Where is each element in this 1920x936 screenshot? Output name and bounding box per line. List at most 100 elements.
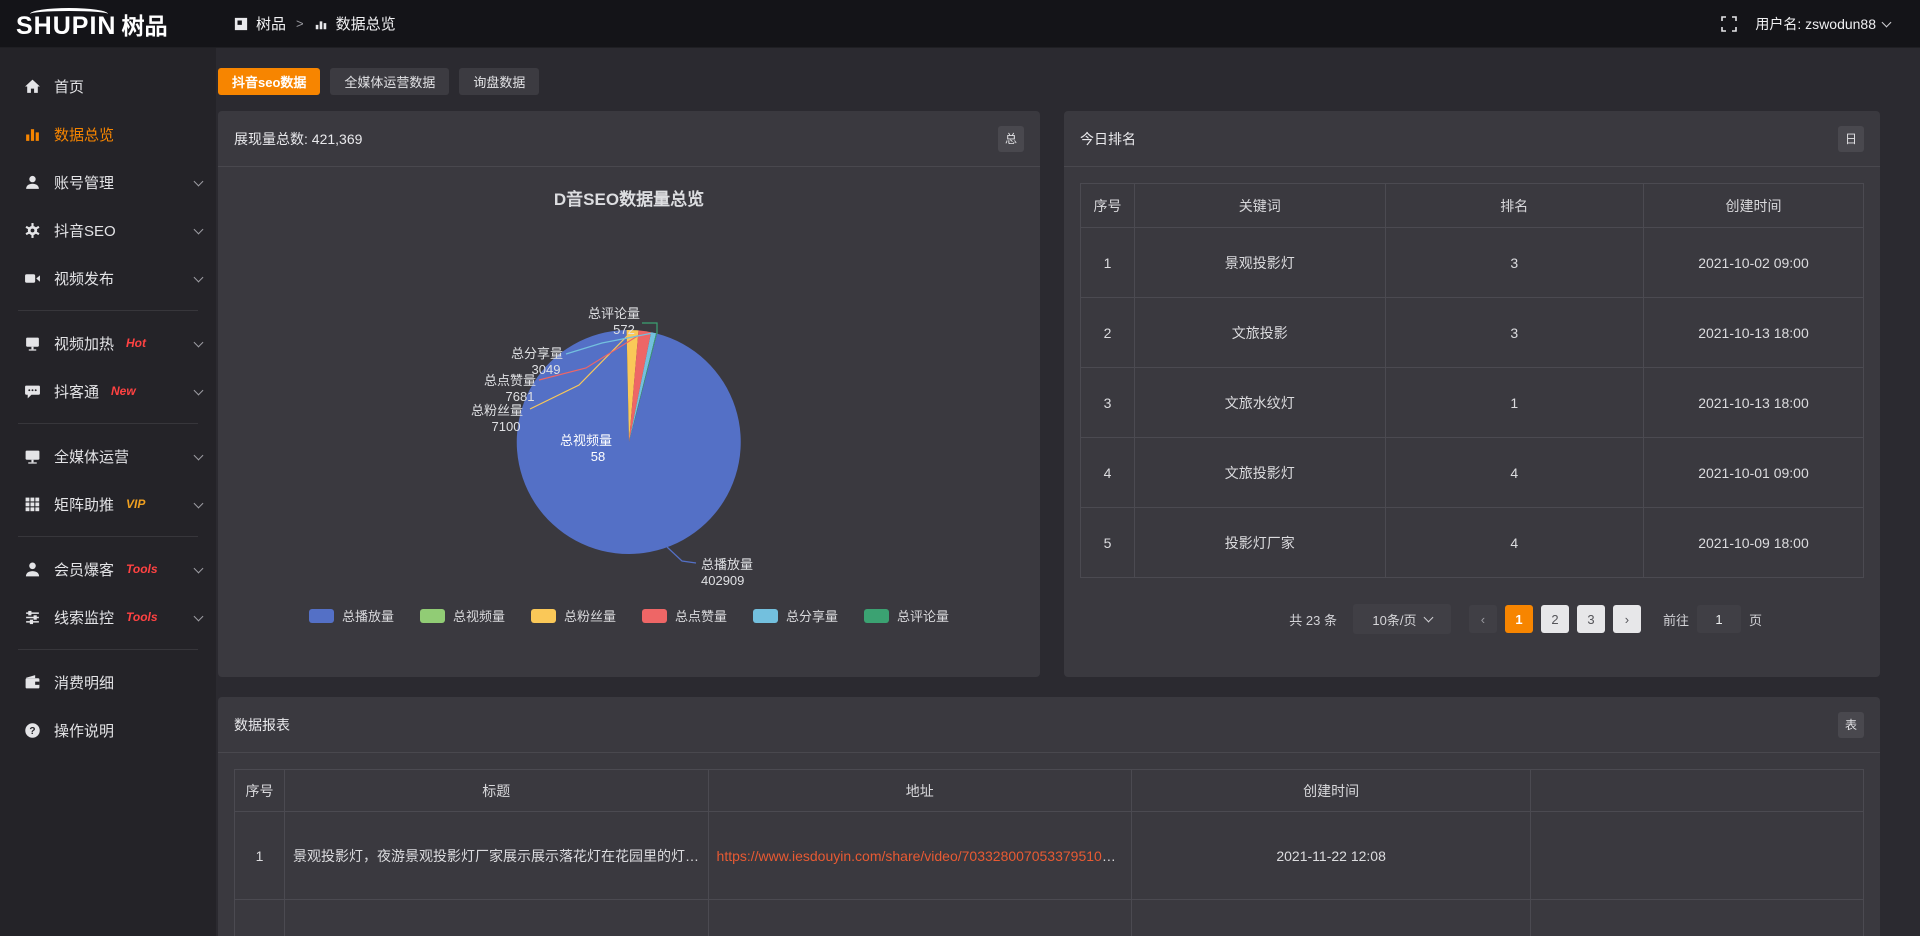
column-header: 序号 [235, 770, 285, 812]
breadcrumb-item-root[interactable]: 树品 [256, 13, 286, 34]
sidebar-item-video-publish[interactable]: 视频发布 [0, 254, 216, 302]
sidebar-item-account-manage[interactable]: 账号管理 [0, 158, 216, 206]
sidebar-item-matrix-boost[interactable]: 矩阵助推VIP [0, 480, 216, 528]
sidebar-item-video-heat[interactable]: 视频加热 Hot [0, 319, 216, 367]
day-badge[interactable]: 日 [1838, 126, 1864, 152]
sidebar-item-badge: Hot [126, 336, 146, 350]
seo-chart-card: 展现量总数: 421,369 总 D音SEO数据量总览总播放量402909总视频… [218, 111, 1040, 677]
sidebar-item-home[interactable]: 首页 [0, 62, 216, 110]
legend-label: 总视频量 [453, 606, 505, 625]
next-page-button[interactable]: › [1613, 605, 1641, 633]
pie-label: 总粉丝量 [471, 403, 523, 418]
table-cell [235, 900, 285, 936]
legend-item[interactable]: 总点赞量 [642, 606, 727, 625]
table-cell: 4 [1385, 438, 1643, 508]
data-report-card: 数据报表 表 序号标题地址创建时间1景观投影灯，夜游景观投影灯厂家展示展示落花灯… [218, 697, 1880, 936]
pie-label: 总评论量 [588, 306, 640, 321]
tab-1[interactable]: 全媒体运营数据 [330, 68, 449, 95]
legend-item[interactable]: 总分享量 [753, 606, 838, 625]
table-header-row: 序号关键词排名创建时间 [1081, 184, 1864, 228]
chevron-down-icon [194, 272, 204, 282]
user-icon [24, 174, 41, 191]
legend-swatch [531, 609, 556, 623]
table-cell: 2 [1081, 298, 1135, 368]
user-menu[interactable]: 用户名: zswodun88 [1755, 14, 1890, 34]
legend-swatch [642, 609, 667, 623]
legend-label: 总点赞量 [675, 606, 727, 625]
legend-label: 总分享量 [786, 606, 838, 625]
page-button-3[interactable]: 3 [1577, 605, 1605, 633]
total-count-label: 共 23 条 [1289, 610, 1337, 629]
legend-item[interactable]: 总评论量 [864, 606, 949, 625]
table-cell: 1 [1081, 228, 1135, 298]
chevron-down-icon [194, 498, 204, 508]
pie-label-line [667, 547, 696, 563]
sidebar-item-douketong[interactable]: 抖客通New [0, 367, 216, 415]
legend-item[interactable]: 总视频量 [420, 606, 505, 625]
page-size-select[interactable]: 10条/页 [1353, 604, 1451, 634]
table-row: 3文旅水纹灯12021-10-13 18:00 [1081, 368, 1864, 438]
fullscreen-icon[interactable] [1721, 16, 1737, 32]
page-buttons: 123 [1505, 605, 1605, 633]
prev-page-button[interactable]: ‹ [1469, 605, 1497, 633]
page-button-1[interactable]: 1 [1505, 605, 1533, 633]
pie-value: 7681 [506, 389, 535, 404]
column-header: 地址 [708, 770, 1132, 812]
legend-label: 总粉丝量 [564, 606, 616, 625]
legend-item[interactable]: 总播放量 [309, 606, 394, 625]
chevron-down-icon [194, 337, 204, 347]
svg-text:?: ? [29, 726, 35, 737]
sidebar-item-consume-detail[interactable]: 消费明细 [0, 658, 216, 706]
username-label: 用户名: zswodun88 [1755, 14, 1876, 34]
today-rank-card: 今日排名 日 序号关键词排名创建时间1景观投影灯32021-10-02 09:0… [1064, 111, 1880, 677]
table-cell [708, 900, 1132, 936]
column-header: 关键词 [1135, 184, 1386, 228]
sidebar-item-label: 视频加热 [54, 333, 114, 354]
breadcrumb-separator: > [296, 16, 304, 31]
sidebar-item-label: 账号管理 [54, 172, 114, 193]
pie-label: 总播放量 [701, 557, 753, 572]
sidebar-item-member-baoke[interactable]: 会员爆客Tools [0, 545, 216, 593]
table-cell: 4 [1385, 508, 1643, 578]
pie-chart-svg: D音SEO数据量总览总播放量402909总视频量58总粉丝量7100总点赞量76… [234, 177, 1024, 602]
chat-icon [24, 383, 41, 400]
table-cell: 1 [235, 812, 285, 900]
table-cell: 文旅投影 [1135, 298, 1386, 368]
table-badge[interactable]: 表 [1838, 712, 1864, 738]
legend-item[interactable]: 总粉丝量 [531, 606, 616, 625]
app-square-icon [234, 17, 248, 31]
sidebar-item-label: 视频发布 [54, 268, 114, 289]
pagination: 共 23 条 10条/页 ‹ 123 › 前往 页 [1064, 604, 1880, 634]
logo-text-cn: 树品 [121, 7, 167, 41]
goto-page-input[interactable] [1697, 605, 1741, 633]
report-card-title: 数据报表 [234, 715, 290, 735]
table-cell: 文旅水纹灯 [1135, 368, 1386, 438]
data-tabs: 抖音seo数据全媒体运营数据询盘数据 [218, 68, 1880, 95]
page-button-2[interactable]: 2 [1541, 605, 1569, 633]
table-cell: 3 [1081, 368, 1135, 438]
table-cell [285, 900, 709, 936]
sidebar-item-data-overview[interactable]: 数据总览 [0, 110, 216, 158]
pie-label: 总点赞量 [484, 373, 536, 388]
table-cell: https://www.iesdouyin.com/share/video/70… [708, 812, 1132, 900]
table-cell: 景观投影灯，夜游景观投影灯厂家展示展示落花灯在花园里的灯光投影应用效果 # [285, 812, 709, 900]
pie-value: 402909 [701, 573, 744, 588]
goto-label: 前往 [1663, 610, 1689, 629]
column-header: 排名 [1385, 184, 1643, 228]
breadcrumb: 树品 > 数据总览 [234, 13, 396, 34]
sidebar-item-clue-monitor[interactable]: 线索监控Tools [0, 593, 216, 641]
table-cell: 5 [1081, 508, 1135, 578]
sidebar-item-douyin-seo[interactable]: 抖音SEO [0, 206, 216, 254]
tab-2[interactable]: 询盘数据 [459, 68, 539, 95]
sidebar-divider [18, 649, 198, 650]
app-logo: SHUPIN 树品 [0, 7, 216, 41]
total-badge[interactable]: 总 [998, 126, 1024, 152]
column-header: 标题 [285, 770, 709, 812]
sidebar-item-media-operation[interactable]: 全媒体运营 [0, 432, 216, 480]
sidebar: 首页数据总览账号管理抖音SEO 视频发布视频加热 Hot 抖客通New 全媒体运营矩阵助… [0, 48, 216, 936]
sidebar-item-operation-help[interactable]: ?操作说明 [0, 706, 216, 754]
column-header [1531, 770, 1864, 812]
column-header: 序号 [1081, 184, 1135, 228]
video-link[interactable]: https://www.iesdouyin.com/share/video/70… [717, 848, 1132, 864]
tab-0[interactable]: 抖音seo数据 [218, 68, 320, 95]
